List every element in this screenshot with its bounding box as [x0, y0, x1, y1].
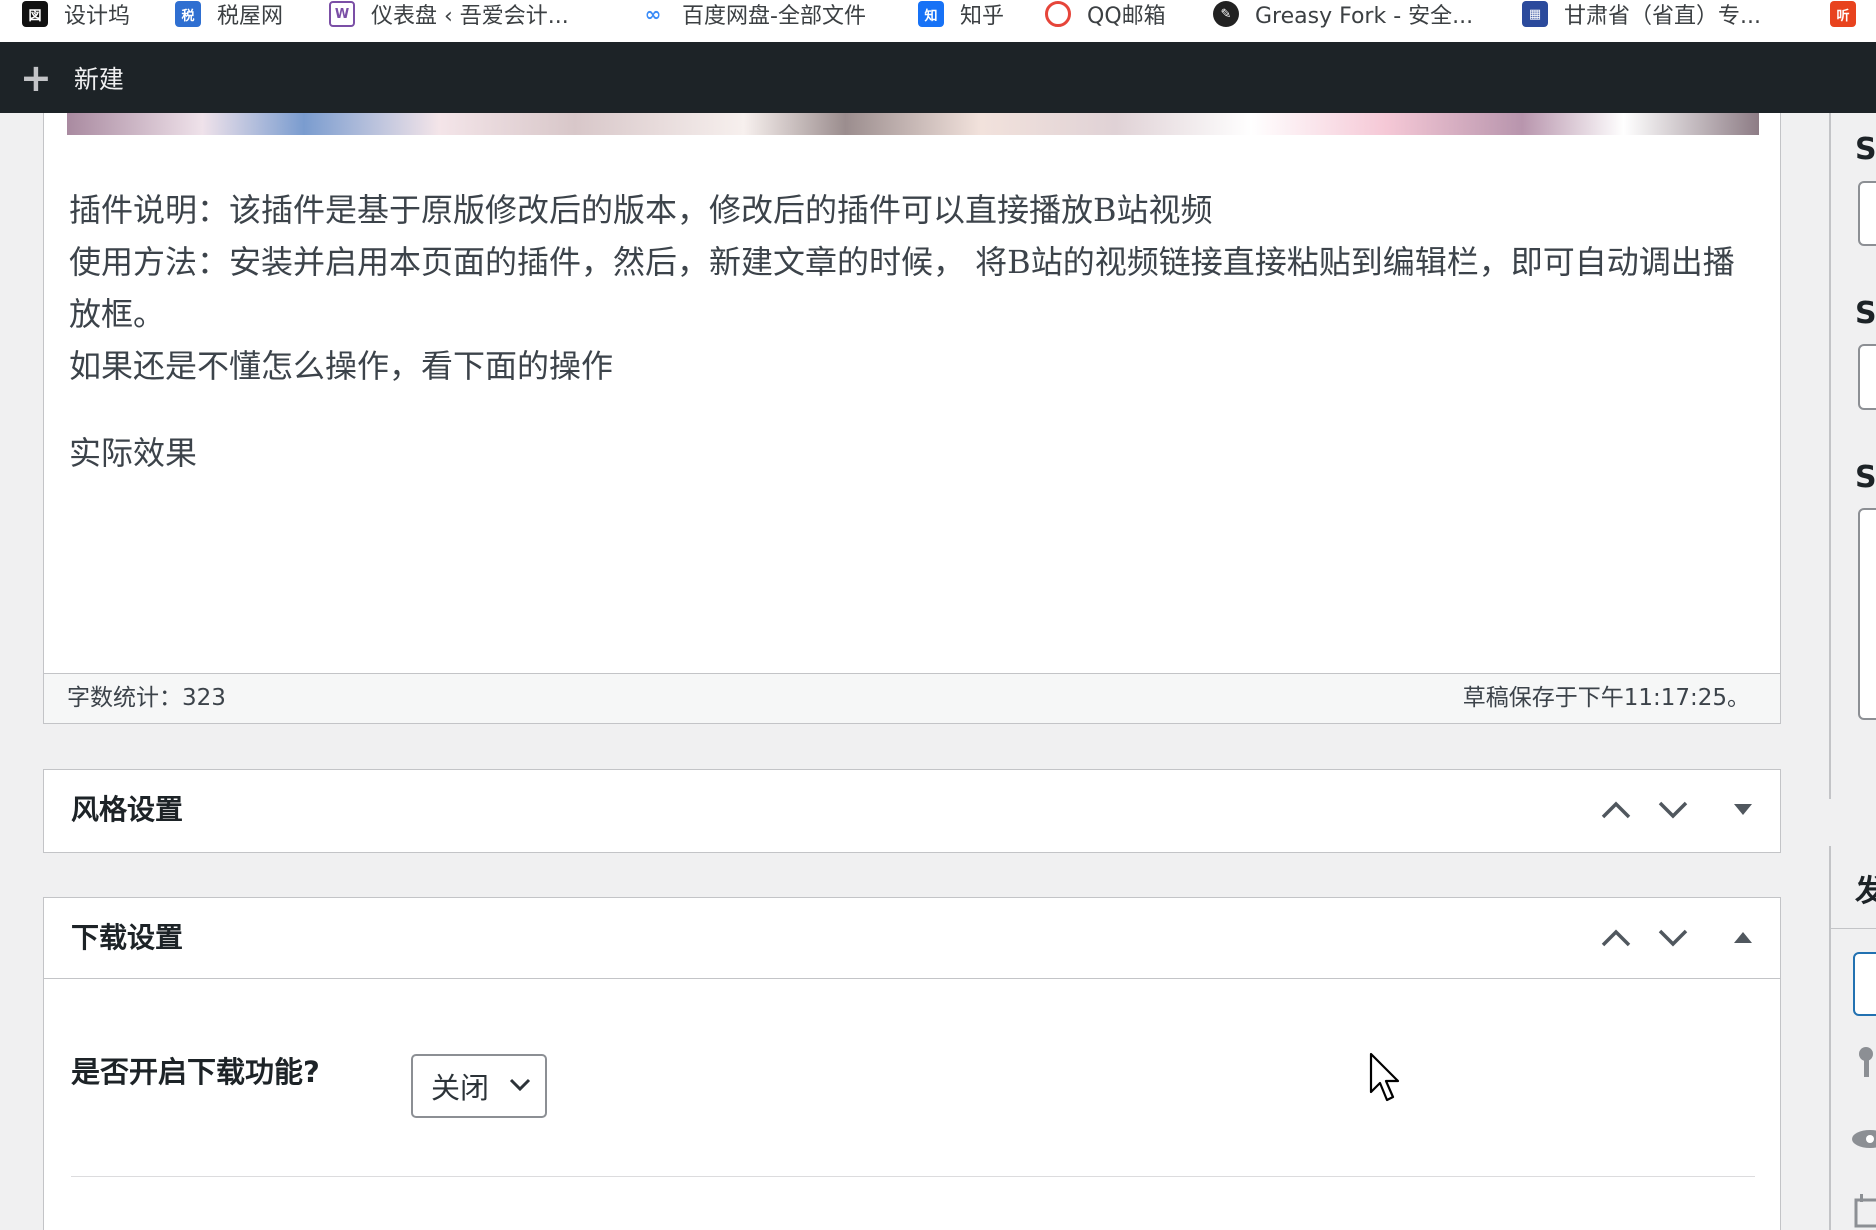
- sidebar-publish-box: [1829, 846, 1831, 1230]
- bookmark-label: 知乎: [960, 4, 1005, 29]
- bookmark-label: 百度网盘-全部文件: [682, 4, 866, 29]
- sidebar-input[interactable]: [1858, 181, 1876, 246]
- toggle-panel-button[interactable]: [1723, 918, 1763, 958]
- download-enable-label: 是否开启下载功能?: [71, 1055, 320, 1089]
- draft-saved-status: 草稿保存于下午11:17:25。: [1462, 685, 1750, 711]
- word-count: 字数统计：323: [67, 685, 226, 711]
- postbox-body: 是否开启下载功能? 关闭: [44, 978, 1780, 1177]
- sidebar-textarea[interactable]: [1858, 508, 1876, 720]
- bookmark-label: 仪表盘 ‹ 吾爱会计...: [371, 4, 569, 29]
- move-down-button[interactable]: [1653, 918, 1693, 958]
- postbox-header[interactable]: 风格设置: [44, 770, 1780, 850]
- chevron-up-icon: [1601, 929, 1631, 947]
- download-enable-select[interactable]: 关闭: [411, 1054, 547, 1118]
- move-up-button[interactable]: [1596, 918, 1636, 958]
- bookmark-gansu[interactable]: ▦ 甘肃省（省直）专...: [1522, 0, 1761, 29]
- baidu-netdisk-icon: ∞: [640, 1, 666, 27]
- divider: [1829, 928, 1876, 929]
- caret-up-icon: [1734, 932, 1752, 943]
- chevron-down-icon: [509, 1078, 531, 1092]
- bookmark-shuiwu[interactable]: 税 税屋网: [175, 0, 284, 29]
- paragraph-plugin-description: 插件说明：该插件是基于原版修改后的版本，修改后的插件可以直接播放B站视频: [69, 191, 1213, 229]
- postbox-header[interactable]: 下载设置: [44, 898, 1780, 978]
- sidebar-field-label: S: [1855, 296, 1876, 331]
- admin-bar: + 新建: [0, 42, 1876, 113]
- greasy-fork-icon: ✎: [1213, 1, 1239, 27]
- editor-content[interactable]: 插件说明：该插件是基于原版修改后的版本，修改后的插件可以直接播放B站视频 使用方…: [69, 184, 1759, 479]
- qq-mail-icon: [1045, 1, 1071, 27]
- save-draft-button[interactable]: [1853, 952, 1876, 1016]
- move-down-button[interactable]: [1653, 790, 1693, 830]
- sidebar-field-label: S: [1855, 460, 1876, 495]
- bookmark-zhihu[interactable]: 知 知乎: [918, 0, 1005, 29]
- toggle-panel-button[interactable]: [1723, 790, 1763, 830]
- bookmark-label: 设计坞: [64, 4, 131, 29]
- select-value: 关闭: [431, 1071, 490, 1105]
- key-icon: [1859, 1047, 1873, 1077]
- sidebar-input[interactable]: [1858, 344, 1876, 410]
- style-settings-box: 风格设置: [43, 769, 1781, 853]
- zhihu-icon: 知: [918, 1, 944, 27]
- sidebar-field-label: S: [1855, 132, 1876, 167]
- mouse-cursor-icon: [1369, 1052, 1400, 1102]
- bookmark-label: Greasy Fork - 安全...: [1255, 4, 1474, 29]
- bookmark-dashboard[interactable]: W 仪表盘 ‹ 吾爱会计...: [329, 0, 569, 29]
- paragraph-usage: 使用方法：安装并启用本页面的插件，然后，新建文章的时候， 将B站的视频链接直接粘…: [69, 243, 1735, 333]
- divider: [71, 1176, 1755, 1177]
- publish-box-title: 发: [1855, 874, 1876, 909]
- gansu-site-icon: ▦: [1522, 1, 1548, 27]
- bookmarks-bar: 図 设计坞 税 税屋网 W 仪表盘 ‹ 吾爱会计... ∞ 百度网盘-全部文件 …: [0, 0, 1876, 43]
- bookmark-baidu-netdisk[interactable]: ∞ 百度网盘-全部文件: [640, 0, 866, 29]
- ting-icon: 听: [1830, 1, 1856, 27]
- postbox-title: 风格设置: [71, 793, 184, 826]
- sidebar-seo-box: [1829, 113, 1831, 799]
- bookmark-greasy-fork[interactable]: ✎ Greasy Fork - 安全...: [1213, 0, 1474, 29]
- move-up-button[interactable]: [1596, 790, 1636, 830]
- postbox-title: 下载设置: [71, 921, 184, 954]
- plus-icon: +: [20, 55, 52, 100]
- caret-down-icon: [1734, 804, 1752, 815]
- bookmark-qq-mail[interactable]: QQ邮箱: [1045, 0, 1166, 29]
- chevron-up-icon: [1601, 801, 1631, 819]
- bookmark-label: 甘肃省（省直）专...: [1564, 4, 1761, 29]
- new-content-button[interactable]: + 新建: [20, 42, 124, 113]
- chevron-down-icon: [1658, 801, 1688, 819]
- bookmark-label: 税屋网: [217, 4, 284, 29]
- calendar-icon: [1854, 1194, 1876, 1228]
- download-settings-box: 下载设置 是否开启下载功能? 关闭: [43, 897, 1781, 1230]
- bookmark-label: QQ邮箱: [1087, 4, 1166, 29]
- shejiwu-icon: 図: [22, 1, 48, 27]
- paragraph-hint: 如果还是不懂怎么操作，看下面的操作: [69, 347, 614, 385]
- post-editor[interactable]: 插件说明：该插件是基于原版修改后的版本，修改后的插件可以直接播放B站视频 使用方…: [43, 113, 1781, 724]
- new-label: 新建: [73, 64, 124, 94]
- editor-status-bar: 字数统计：323 草稿保存于下午11:17:25。: [43, 673, 1781, 724]
- wordpress-w-icon: W: [329, 1, 355, 27]
- bookmark-ting[interactable]: 听: [1830, 0, 1872, 28]
- chevron-down-icon: [1658, 929, 1688, 947]
- eye-icon: [1852, 1130, 1876, 1148]
- featured-image-strip: [67, 113, 1759, 135]
- bookmark-shejiwu[interactable]: 図 设计坞: [22, 0, 131, 29]
- paragraph-actual-effect: 实际效果: [69, 434, 198, 472]
- shuiwu-icon: 税: [175, 1, 201, 27]
